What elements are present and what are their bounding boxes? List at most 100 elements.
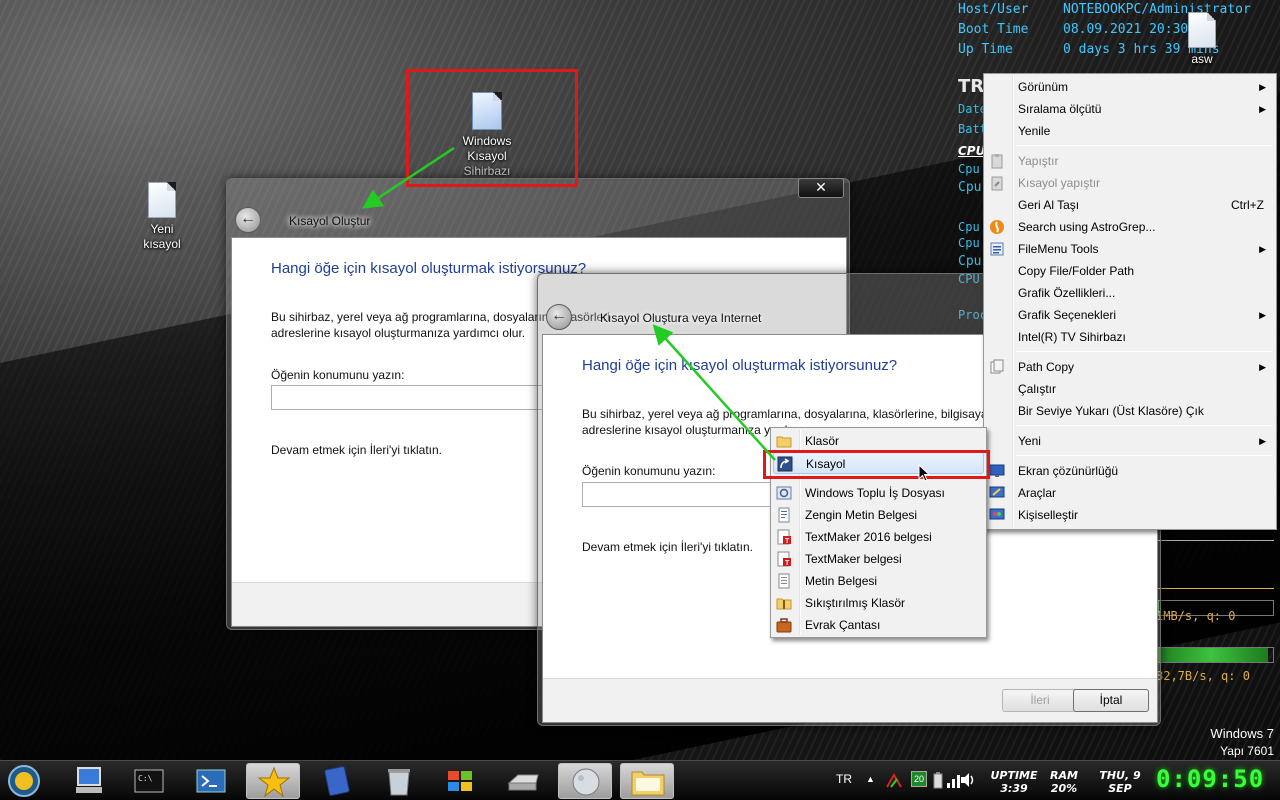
menu-item-label: Zengin Metin Belgesi [805,508,918,522]
menu-item-astrogrep[interactable]: Search using AstroGrep... [986,216,1274,238]
menu-item-grafik-ozellikleri[interactable]: Grafik Özellikleri... [986,282,1274,304]
next-button[interactable]: İleri [1002,689,1078,712]
menu-item-label: Grafik Seçenekleri [1018,308,1117,322]
textmaker-icon: T [776,551,792,567]
menu-item-yenile[interactable]: Yenile [986,120,1274,142]
taskbar-notebook-button[interactable] [310,763,364,799]
star-icon [257,766,291,798]
volume-icon[interactable] [960,772,976,791]
menu-item-label: Yapıştır [1018,154,1059,168]
tray-date[interactable]: THU, 9 SEP [1092,769,1148,795]
menu-item-grafik-secenekleri[interactable]: Grafik Seçenekleri ▶ [986,304,1274,326]
menu-item-label: FileMenu Tools [1018,242,1099,256]
tray-uptime[interactable]: UPTIME 3:39 [986,769,1042,795]
desktop-context-menu[interactable]: Görünüm ▶ Sıralama ölçütü ▶ Yenile Yapıştı… [983,73,1277,530]
new-item-sikistirilmis[interactable]: Sıkıştırılmış Klasör [773,592,984,614]
recycle-bin-icon [388,769,410,796]
menu-item-araclar[interactable]: Araçlar [986,482,1274,504]
menu-item-filemenu-tools[interactable]: FileMenu Tools ▶ [986,238,1274,260]
menu-item-kisisellestir[interactable]: Kişiselleştir [986,504,1274,526]
menu-item-label: Çalıştır [1018,382,1057,396]
menu-item-label: Görünüm [1018,80,1069,94]
drive-icon [507,774,539,791]
menu-item-label: Geri Al Taşı [1018,198,1080,212]
sysinfo-boot-label: Boot Time [958,22,1029,37]
menu-item-label: Sıralama ölçütü [1018,102,1102,116]
tray-ram-value: 20% [1050,782,1078,795]
menu-item-yeni[interactable]: Yeni ▶ [986,430,1274,452]
taskbar-moon-button[interactable] [558,763,612,799]
explorer-folder-icon [631,771,665,796]
taskbar-windows-button[interactable] [434,763,488,799]
back-arrow-icon[interactable]: ← [235,207,261,233]
show-hidden-icons-icon[interactable]: ▲ [866,774,875,784]
menu-item-label: Grafik Özellikleri... [1018,286,1116,300]
new-item-textmaker-2016[interactable]: T TextMaker 2016 belgesi [773,526,984,548]
new-item-klasor[interactable]: Klasör [773,430,984,452]
new-item-zengin-metin[interactable]: Zengin Metin Belgesi [773,504,984,526]
menu-item-intel-tv[interactable]: Intel(R) TV Sihirbazı [986,326,1274,348]
desktop-icon-asw[interactable]: asw [1162,12,1242,66]
tray-date-line: THU, 9 [1099,769,1141,782]
windows-logo-icon [448,771,472,791]
menu-item-gorunum[interactable]: Görünüm ▶ [986,76,1274,98]
new-item-toplu-is[interactable]: Windows Toplu İş Dosyası [773,482,984,504]
new-item-kisayol[interactable]: Kısayol [773,452,984,474]
taskbar-favorites-button[interactable] [246,763,300,799]
new-submenu[interactable]: Klasör Kısayol Windows Toplu İş Dosyası … [770,427,987,638]
menu-separator [803,476,982,477]
dialog-title: Kısayol Oluştur [289,214,371,228]
menu-item-geri-al[interactable]: Geri Al Taşı Ctrl+Z [986,194,1274,216]
dialog-heading: Hangi öğe için kısayol oluşturmak istiyo… [582,357,898,374]
menu-item-kisayol-yapistir[interactable]: Kısayol yapıştır [986,172,1274,194]
submenu-arrow-icon: ▶ [1259,82,1266,92]
tools-icon [989,485,1005,501]
menu-item-siralama[interactable]: Sıralama ölçütü ▶ [986,98,1274,120]
digital-clock[interactable]: 0:09:50 [1156,765,1264,793]
menu-item-label: Search using AstroGrep... [1018,220,1156,234]
paste-shortcut-icon [989,175,1005,191]
menu-item-calistir[interactable]: Çalıştır [986,378,1274,400]
taskbar-explorer-button[interactable] [620,763,674,799]
document-icon [1188,12,1216,48]
astrogrep-icon [989,219,1005,235]
menu-item-path-copy[interactable]: Path Copy ▶ [986,356,1274,378]
menu-item-label: Yenile [1018,124,1051,138]
svg-text:T: T [785,538,790,545]
menu-item-yapistir[interactable]: Yapıştır [986,150,1274,172]
power-icon[interactable] [932,771,944,792]
new-item-metin-belgesi[interactable]: Metin Belgesi [773,570,984,592]
network-activity-icon[interactable] [886,772,902,791]
computer-icon [76,767,102,793]
new-item-textmaker[interactable]: T TextMaker belgesi [773,548,984,570]
new-item-evrak-cantasi[interactable]: Evrak Çantası [773,614,984,636]
taskbar-recycle-bin-button[interactable] [372,763,426,799]
cancel-button[interactable]: İptal [1073,689,1149,712]
desktop-icon-yeni-kisayol[interactable]: Yeni kısayol [122,182,202,252]
shortcut-wizard-icon [472,92,502,130]
sysinfo-cpu-line: Cpu [958,236,980,250]
menu-item-copy-path[interactable]: Copy File/Folder Path [986,260,1274,282]
taskbar-cmd-button[interactable]: C:\ [122,763,176,799]
sysinfo-host-label: Host/User [958,2,1029,17]
start-button[interactable] [4,763,48,799]
dialog-close-button[interactable]: ✕ [798,178,844,198]
language-indicator[interactable]: TR [836,772,852,786]
svg-text:T: T [785,560,790,567]
menu-separator [1016,425,1272,426]
submenu-arrow-icon: ▶ [1259,244,1266,254]
menu-item-ekran-cozunurlugu[interactable]: Ekran çözünürlüğü [986,460,1274,482]
taskbar-drive-button[interactable] [496,763,550,799]
tray-date-line: SEP [1108,782,1132,795]
moon-icon [572,768,600,796]
desktop-icon-windows-kisayol-sihirbazi[interactable]: Windows Kısayol Sihirbazı [447,92,527,179]
taskbar-powershell-button[interactable] [184,763,238,799]
powershell-icon [196,769,226,793]
tray-ram-label: RAM [1050,769,1078,782]
taskbar-computer-button[interactable] [62,763,116,799]
tray-ram[interactable]: RAM 20% [1044,769,1084,795]
menu-item-ust-klasor[interactable]: Bir Seviye Yukarı (Üst Klasöre) Çık [986,400,1274,422]
tray-badge[interactable]: 20 [911,771,927,787]
dialog-description-line: Bu sihirbaz, yerel veya ağ programlarına… [582,407,1001,421]
back-arrow-icon[interactable]: ← [546,304,572,330]
